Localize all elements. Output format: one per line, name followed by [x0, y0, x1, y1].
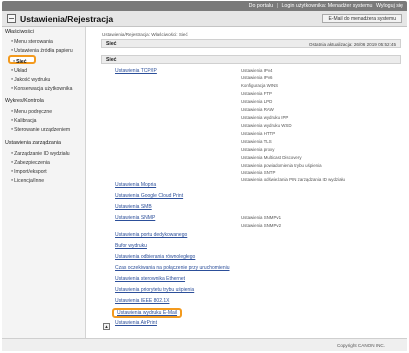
tcpip-item: Ustawienia IPv4 — [241, 68, 273, 73]
top-bar: Do portalu | Login użytkownika: Menadżer… — [2, 1, 407, 11]
print-buffer-link[interactable]: Bufor wydruku — [115, 243, 147, 249]
login-info: Login użytkownika: Menadżer systemu — [281, 3, 373, 9]
section-title: Sieć — [106, 41, 117, 47]
sidebar-item-jakosc-wydruku[interactable]: Jakość wydruku — [11, 75, 50, 84]
sidebar-item-import-eksport[interactable]: Import/eksport — [11, 167, 47, 176]
email-admin-button[interactable]: E-Mail do menadżera systemu — [322, 14, 402, 23]
google-cloud-print-link[interactable]: Ustawienia Google Cloud Print — [115, 193, 183, 199]
email-print-link[interactable]: Ustawienia wydruku E-Mail — [112, 308, 183, 318]
sidebar-section-title: Wykres/Kontrola — [5, 98, 44, 104]
sidebar-item-uklad[interactable]: Układ — [11, 66, 27, 75]
sidebar-item-siec[interactable]: Sieć — [8, 55, 36, 65]
smb-link[interactable]: Ustawienia SMB — [115, 204, 152, 210]
tcpip-item: Ustawienia SNTP — [241, 170, 276, 175]
tcpip-item: Ustawienia LPD — [241, 99, 273, 104]
snmp-item: Ustawienia SNMPv2 — [241, 223, 282, 228]
airprint-link[interactable]: Ustawienia AirPrint — [115, 320, 157, 326]
tcpip-item: Ustawienia TLS — [241, 139, 272, 144]
sidebar-item-konserwacja[interactable]: Konserwacja użytkownika — [11, 84, 72, 93]
sidebar-item-zarzadzanie-id[interactable]: Zarządzanie ID wydziału — [11, 149, 70, 158]
scroll-top-icon[interactable]: ▲ — [103, 323, 110, 330]
tcpip-item: Ustawienia FTP — [241, 91, 272, 96]
sidebar-section-title: Ustawienia zarządzania — [5, 140, 61, 146]
sidebar-item-licencja[interactable]: Licencja/Inne — [11, 176, 44, 185]
ieee-8021x-link[interactable]: Ustawienia IEEE 802.1X — [115, 298, 169, 304]
copyright: Copyright CANON INC. — [337, 343, 385, 348]
breadcrumb: Ustawienia/Rejestracja: Właściwości: Sie… — [102, 32, 188, 37]
snmp-link[interactable]: Ustawienia SNMP — [115, 215, 155, 221]
page-header: Ustawienia/Rejestracja E-Mail do menadże… — [2, 11, 407, 27]
startup-wait-link[interactable]: Czas oczekiwania na połączenie przy uruc… — [115, 265, 230, 271]
logout-link[interactable]: Wyloguj się — [376, 3, 403, 9]
tcpip-item: Ustawienia wydruku IPP — [241, 115, 289, 120]
dedicated-port-link[interactable]: Ustawienia portu dedykowanego — [115, 232, 187, 238]
tcpip-item: Ustawienia RAW — [241, 107, 274, 112]
tcpip-item: Ustawienia proxy — [241, 147, 275, 152]
page-title: Ustawienia/Rejestracja — [20, 14, 114, 24]
tcpip-item: Ustawienia odświeżania PIN zarządzania I… — [241, 177, 345, 182]
sidebar-item-zrodlo-papieru[interactable]: Ustawienia źródła papieru — [11, 46, 73, 55]
main-content: Ustawienia/Rejestracja: Właściwości: Sie… — [91, 27, 405, 338]
top-links: Do portalu | Login użytkownika: Menadżer… — [247, 3, 403, 9]
sidebar-item-kalibracja[interactable]: Kalibracja — [11, 116, 36, 125]
tcpip-item: Ustawienia HTTP — [241, 131, 276, 136]
tcpip-item: Ustawienia powiadomienia trybu uśpienia — [241, 163, 322, 168]
sidebar-item-sterowanie[interactable]: Sterowanie urządzeniem — [11, 125, 70, 134]
sleep-priority-link[interactable]: Ustawienia priorytetu trybu uśpienia — [115, 287, 194, 293]
parallel-receive-link[interactable]: Ustawienia odbierania równoległego — [115, 254, 195, 260]
section-header: Sieć Ostatnia aktualizacja: 26/06 2019 0… — [101, 39, 401, 48]
document-icon — [7, 14, 16, 23]
tcpip-item: Konfiguracja WINS — [241, 83, 279, 88]
footer: Copyright CANON INC. — [2, 338, 407, 351]
tcpip-link[interactable]: Ustawienia TCP/IP — [115, 68, 157, 74]
separator: | — [276, 3, 278, 9]
portal-link[interactable]: Do portalu — [249, 3, 273, 9]
sidebar: Właściwości Menu sterowania Ustawienia ź… — [2, 27, 86, 338]
sidebar-section-title: Właściwości — [5, 29, 34, 35]
sidebar-item-zabezpieczenia[interactable]: Zabezpieczenia — [11, 158, 50, 167]
mopria-link[interactable]: Ustawienia Mopria — [115, 182, 156, 188]
tcpip-item: Ustawienia wydruku WSD — [241, 123, 292, 128]
snmp-item: Ustawienia SNMPv1 — [241, 215, 282, 220]
subsection-header: Sieć — [101, 55, 401, 64]
tcpip-item: Ustawienia Multicast Discovery — [241, 155, 302, 160]
sidebar-item-menu-sterowania[interactable]: Menu sterowania — [11, 37, 53, 46]
tcpip-item: Ustawienia IPv6 — [241, 75, 273, 80]
ethernet-driver-link[interactable]: Ustawienia sterownika Ethernet — [115, 276, 185, 282]
sidebar-item-menu-podreczne[interactable]: Menu podręczne — [11, 107, 52, 116]
subsection-title: Sieć — [106, 57, 117, 63]
last-updated: Ostatnia aktualizacja: 26/06 2019 05:52:… — [308, 41, 396, 47]
